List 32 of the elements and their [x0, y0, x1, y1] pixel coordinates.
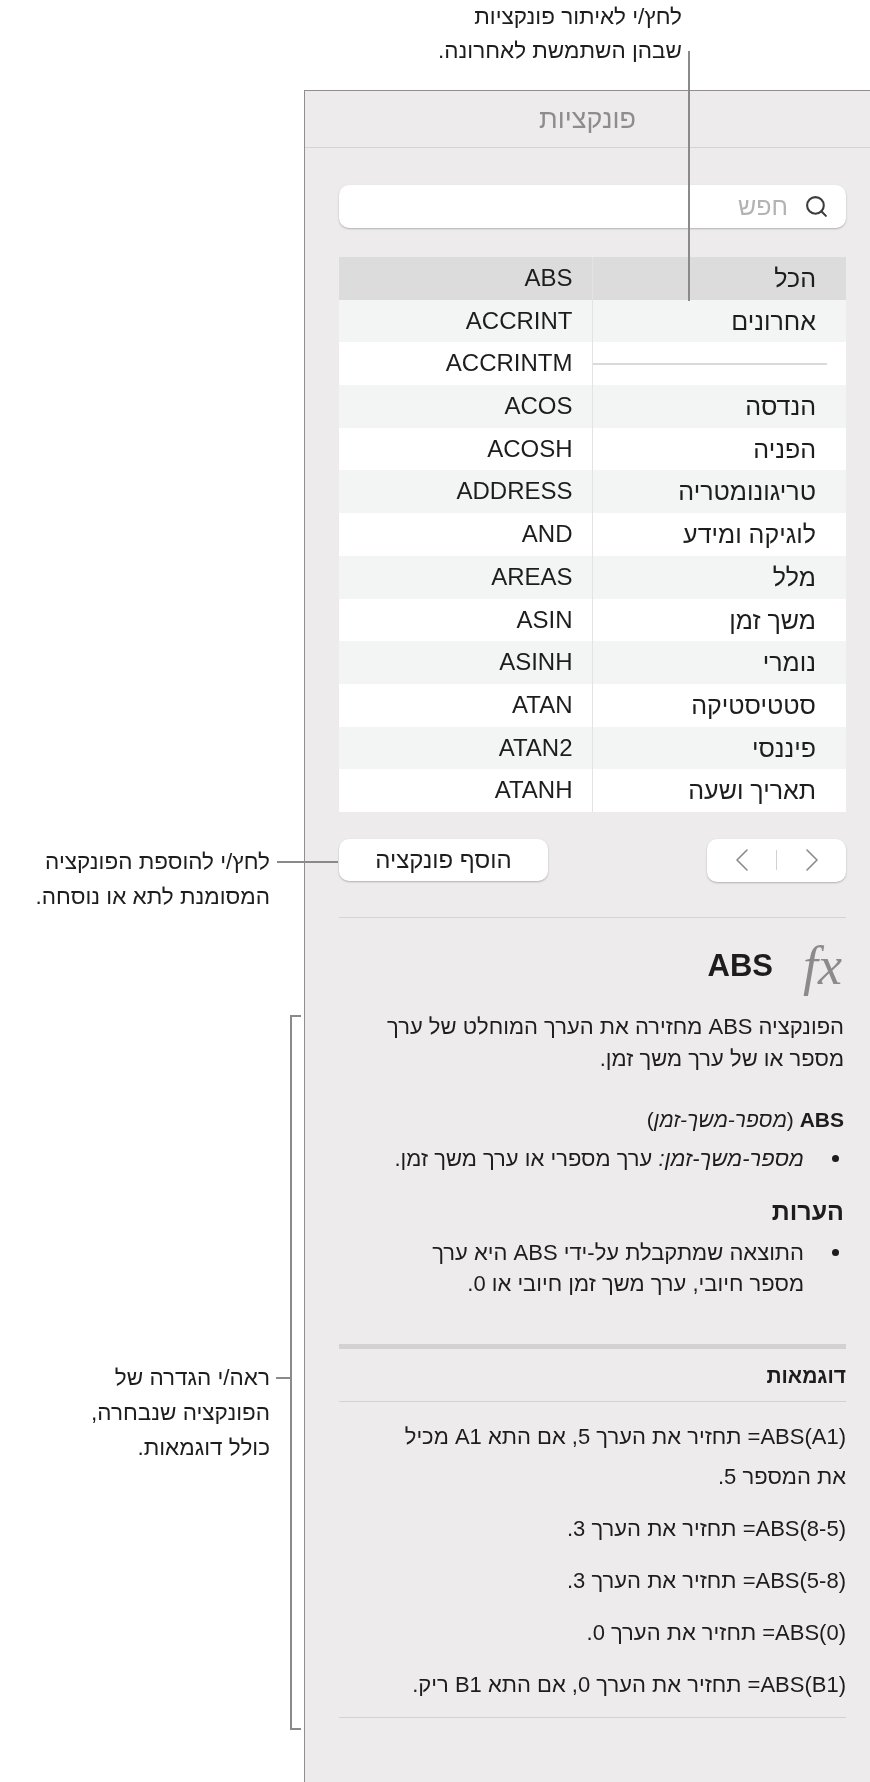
- leader-line: [276, 1377, 290, 1379]
- callout-text: לחץ/י להוספת הפונקציה המסומנת לתא או נוסחה.: [35, 848, 270, 911]
- category-item[interactable]: טריגונומטריה: [592, 470, 846, 514]
- chevron-left-icon: [735, 849, 748, 872]
- category-item[interactable]: מלל: [592, 555, 846, 599]
- notes-heading: הערות: [770, 1195, 844, 1227]
- callout-text: ראה/י הגדרה של הפונקציה שנבחרה, כולל דוגמאות.: [91, 1364, 270, 1462]
- add-function-button[interactable]: הוסף פונקציה: [339, 839, 548, 882]
- category-item[interactable]: פיננסי: [592, 726, 846, 770]
- search-field[interactable]: חפש: [339, 185, 846, 228]
- callout-text: לחץ/י לאיתור פונקציות שבהן השתמשת לאחרונה.: [438, 3, 682, 65]
- bullet-icon: [832, 1154, 839, 1162]
- function-title: ABS: [707, 950, 773, 982]
- function-item[interactable]: ACCRINT: [339, 299, 592, 343]
- function-description: הפונקציה ABS מחזירה את הערך המוחלט של ערך מספר או של ערך משך זמן.: [386, 1012, 844, 1073]
- search-icon: [804, 194, 829, 219]
- category-item[interactable]: הנדסה: [592, 385, 846, 428]
- function-item[interactable]: ATAN2: [339, 726, 592, 770]
- function-item[interactable]: ACOS: [339, 385, 592, 428]
- category-item[interactable]: אחרונים: [592, 299, 846, 343]
- function-item[interactable]: ASINH: [339, 641, 592, 684]
- note-text: התוצאה שמתקבלת על-ידי ABS היא ערך מספר חיובי, ערך משך זמן חיובי או 0.: [431, 1238, 804, 1298]
- function-item[interactable]: ADDRESS: [339, 470, 592, 514]
- category-item[interactable]: הכל: [592, 257, 846, 300]
- chevron-right-icon: [805, 849, 818, 872]
- function-item[interactable]: ABS: [339, 257, 592, 300]
- function-item[interactable]: AREAS: [339, 555, 592, 599]
- bullet-icon: [832, 1248, 839, 1256]
- category-item[interactable]: נומרי: [592, 641, 846, 684]
- argument-description: מספר-משך-זמן: ערך מספרי או ערך משך זמן.: [394, 1144, 804, 1173]
- examples-heading: דוגמאות: [765, 1362, 846, 1389]
- panel-title: פונקציות: [539, 102, 636, 136]
